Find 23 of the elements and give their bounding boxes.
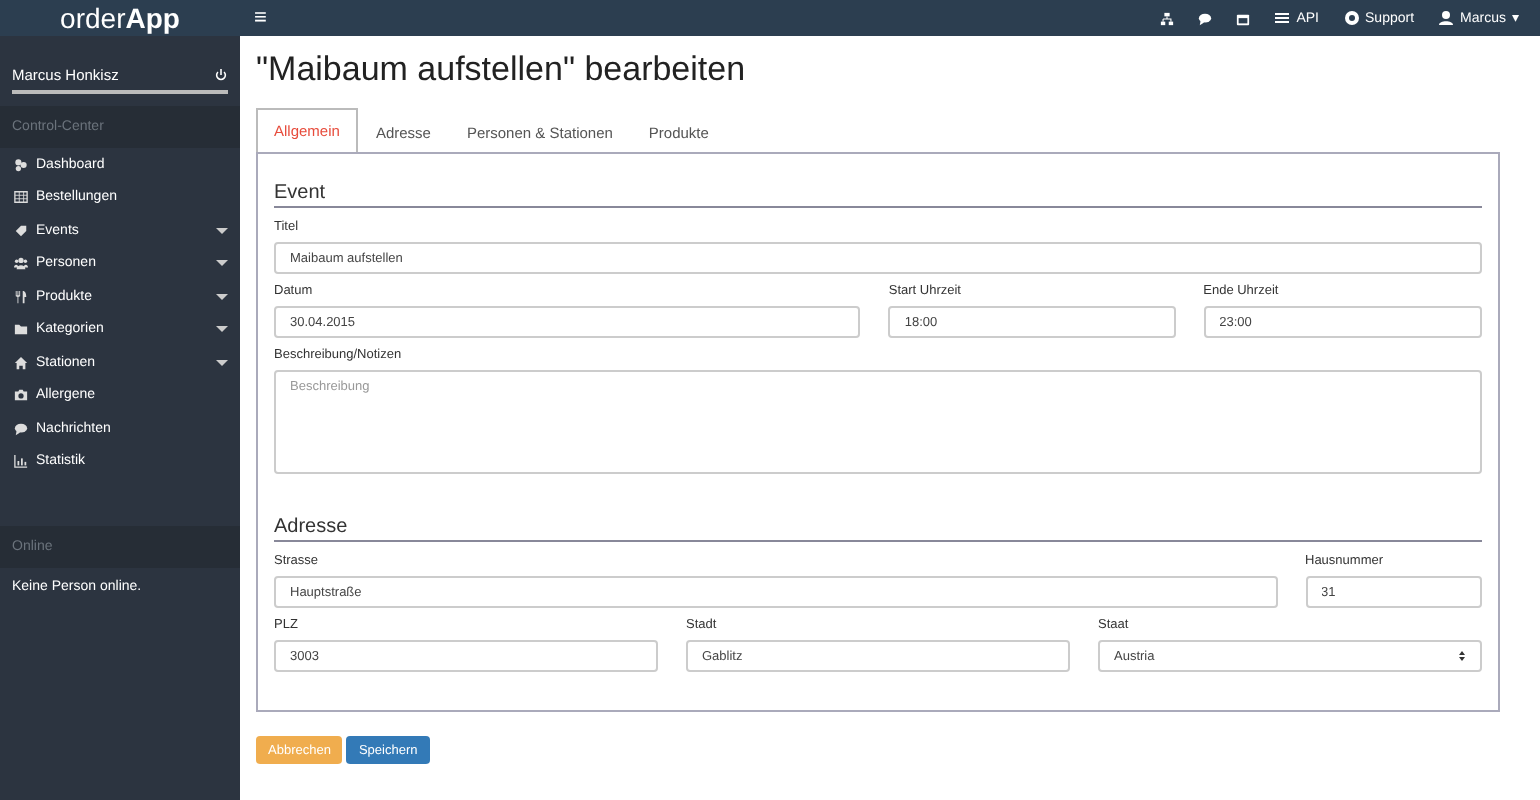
menu-button[interactable]: ≡ bbox=[248, 6, 273, 30]
users-icon bbox=[14, 256, 28, 271]
page-title: "Maibaum aufstellen" bearbeiten bbox=[256, 50, 748, 90]
house-icon bbox=[14, 355, 28, 370]
app-logo[interactable]: orderApp bbox=[60, 2, 180, 34]
tag-icon bbox=[14, 223, 28, 238]
lifebuoy-icon bbox=[1343, 10, 1360, 26]
bar-chart-icon bbox=[14, 454, 28, 469]
table-icon bbox=[14, 190, 28, 205]
up-down-arrows-icon bbox=[1458, 650, 1466, 662]
sitemap-icon[interactable] bbox=[1160, 11, 1175, 25]
calendar-icon[interactable] bbox=[1236, 11, 1251, 25]
user-icon bbox=[1438, 10, 1455, 26]
circles-icon bbox=[14, 157, 28, 172]
power-icon[interactable] bbox=[214, 68, 228, 82]
section-title: Adresse bbox=[274, 516, 1482, 542]
list-icon bbox=[1274, 10, 1291, 26]
speech-bubble-icon bbox=[14, 421, 28, 436]
section-title: Event bbox=[274, 182, 1482, 208]
camera-icon bbox=[14, 388, 28, 403]
speech-bubble-icon[interactable] bbox=[1198, 11, 1213, 25]
folder-icon bbox=[14, 322, 28, 337]
cutlery-icon bbox=[14, 289, 28, 304]
